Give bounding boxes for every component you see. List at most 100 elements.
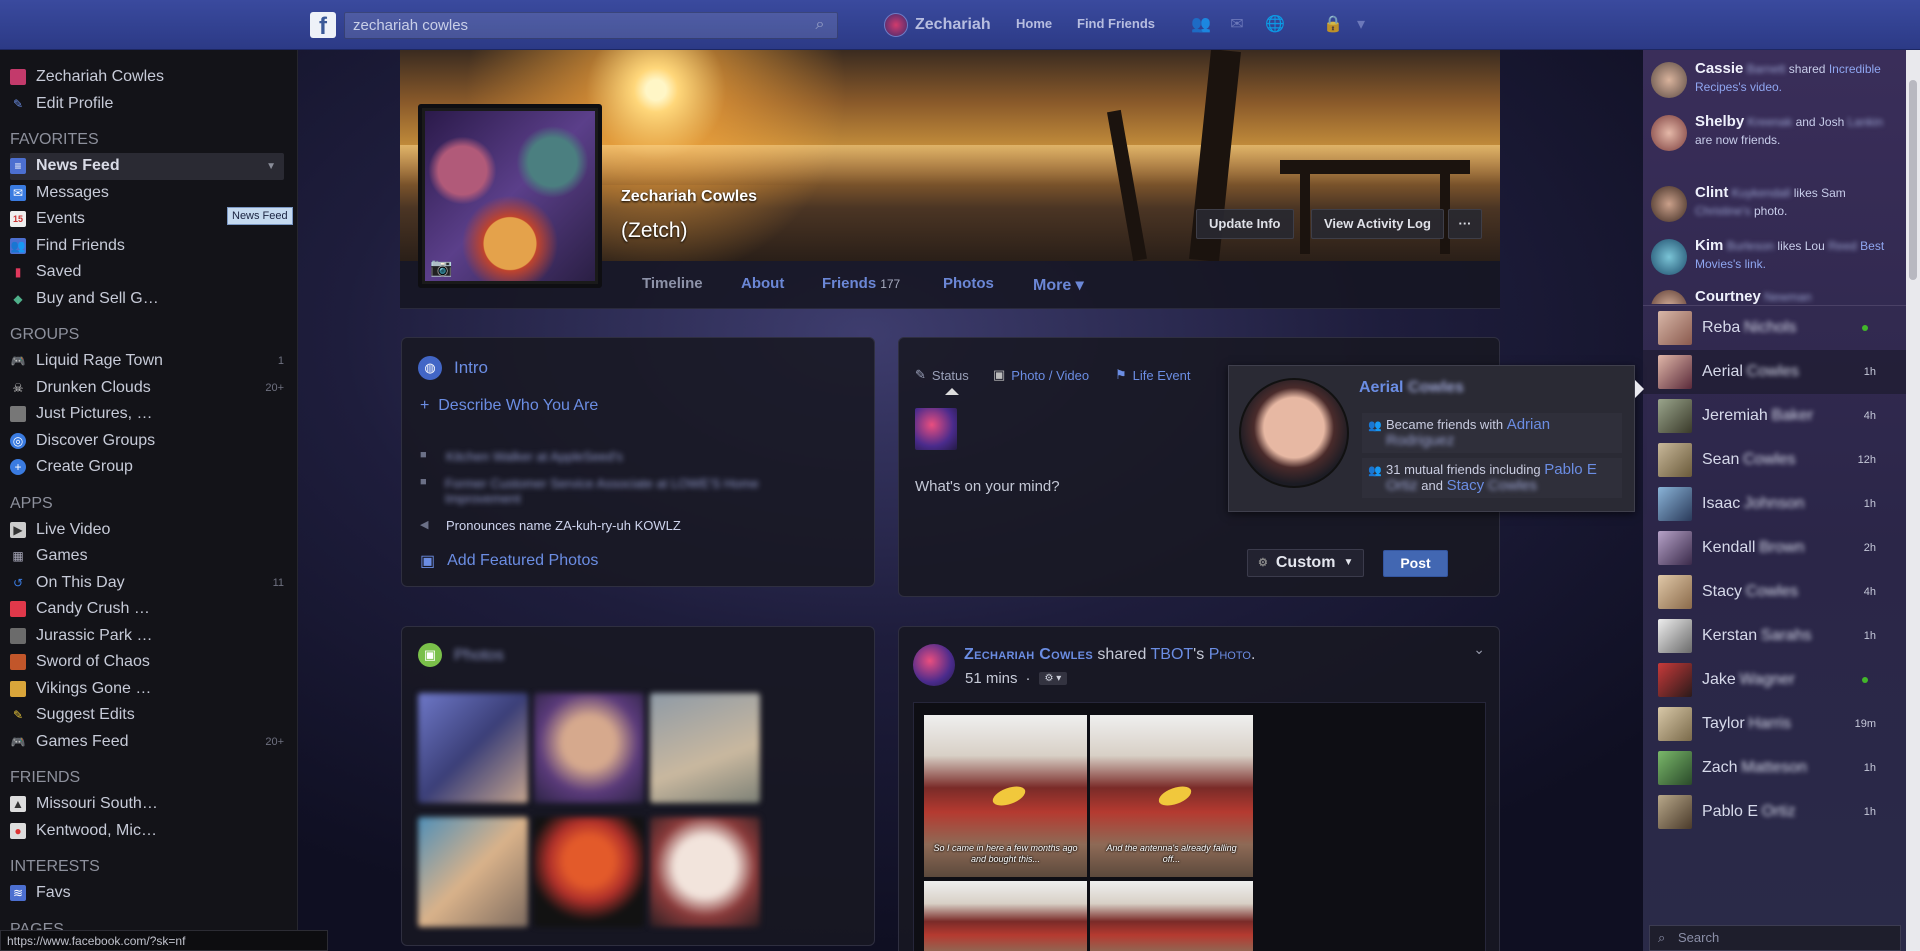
sidebar-item-app[interactable]: Jurassic Park … bbox=[10, 623, 284, 650]
sidebar-item-buy-sell[interactable]: ◆ Buy and Sell G… bbox=[10, 286, 284, 313]
post-object-link[interactable]: Photo bbox=[1209, 646, 1251, 663]
post-source-link[interactable]: TBOT bbox=[1151, 646, 1194, 663]
search-bar[interactable]: ⌕ bbox=[344, 12, 838, 39]
facebook-logo[interactable]: f bbox=[310, 12, 336, 38]
ticker-item[interactable]: Shelby Kreenak and Josh Lankin are now f… bbox=[1651, 113, 1891, 151]
post-options-chevron-icon[interactable]: ⌄ bbox=[1473, 641, 1485, 658]
update-info-button[interactable]: Update Info bbox=[1196, 209, 1294, 239]
ticker-item[interactable]: Clint Kuykendall likes Sam Christine's p… bbox=[1651, 184, 1891, 222]
sidebar-item-friend-list[interactable]: ▲ Missouri South… bbox=[10, 791, 284, 818]
post-media[interactable]: So I came in here a few months ago and b… bbox=[913, 702, 1486, 951]
sidebar-item-app[interactable]: ✎ Suggest Edits bbox=[10, 702, 284, 729]
ticker-item[interactable]: Kim Burleson likes Lou Reed Best Movies'… bbox=[1651, 237, 1891, 275]
photo-thumbnail[interactable] bbox=[418, 817, 528, 927]
chat-contact[interactable]: Jeremiah Baker 4h bbox=[1643, 394, 1906, 438]
friend-link[interactable]: Pablo E bbox=[1544, 461, 1597, 478]
audience-gear-icon[interactable]: ⚙ ▾ bbox=[1038, 672, 1068, 685]
friends-count: 177 bbox=[880, 277, 901, 291]
sidebar-item-label: Liquid Rage Town bbox=[36, 352, 163, 370]
tab-timeline[interactable]: Timeline bbox=[642, 275, 703, 292]
chat-contact[interactable]: Aerial Cowles 1h bbox=[1643, 350, 1906, 394]
chat-contact[interactable]: Stacy Cowles 4h bbox=[1643, 570, 1906, 614]
sidebar-item-group[interactable]: ☠ Drunken Clouds 20+ bbox=[10, 375, 284, 402]
tab-friends[interactable]: Friends 177 bbox=[822, 275, 900, 292]
post-timestamp[interactable]: 51 mins bbox=[965, 670, 1018, 687]
composer-input[interactable]: What's on your mind? bbox=[915, 478, 1060, 495]
nav-profile-link[interactable]: Zechariah bbox=[884, 13, 991, 37]
sidebar-item-group[interactable]: Just Pictures, … bbox=[10, 401, 284, 428]
camera-icon[interactable]: 📷 bbox=[430, 257, 452, 278]
profile-picture[interactable]: 📷 bbox=[418, 104, 602, 288]
scrollbar-thumb[interactable] bbox=[1909, 80, 1917, 280]
chat-contact[interactable]: Taylor Harris 19m bbox=[1643, 702, 1906, 746]
sidebar-item-interest[interactable]: ≋ Favs bbox=[10, 880, 284, 907]
sidebar-item-friend-list[interactable]: ● Kentwood, Mic… bbox=[10, 818, 284, 845]
notifications-icon[interactable]: 🌐 bbox=[1264, 14, 1286, 34]
chat-contact[interactable]: Zach Matteson 1h bbox=[1643, 746, 1906, 790]
sidebar-item-find-friends[interactable]: 👥 Find Friends bbox=[10, 233, 284, 260]
privacy-lock-icon[interactable]: 🔒 bbox=[1322, 14, 1344, 34]
ticker-item[interactable]: Cassie Barnett shared Incredible Recipes… bbox=[1651, 60, 1891, 98]
page-scrollbar[interactable] bbox=[1906, 50, 1920, 951]
chat-contact[interactable]: Kerstan Sarahs 1h bbox=[1643, 614, 1906, 658]
chat-contact[interactable]: Sean Cowles 12h bbox=[1643, 438, 1906, 482]
hovercard-name[interactable]: Aerial Cowles bbox=[1359, 379, 1464, 397]
avatar[interactable] bbox=[1239, 378, 1349, 488]
search-input[interactable] bbox=[345, 13, 837, 38]
sidebar-item-app[interactable]: 🎮 Games Feed 20+ bbox=[10, 729, 284, 756]
photos-title[interactable]: Photos bbox=[454, 647, 504, 665]
tab-about[interactable]: About bbox=[741, 275, 784, 292]
messages-icon[interactable]: ✉ bbox=[1226, 14, 1248, 34]
friend-link[interactable]: Stacy bbox=[1447, 477, 1485, 494]
chat-contact[interactable]: Reba Nichols bbox=[1643, 306, 1906, 350]
composer-tab-status[interactable]: ✎ Status bbox=[915, 367, 969, 383]
sidebar-item-app[interactable]: Candy Crush … bbox=[10, 596, 284, 623]
sidebar-item-app[interactable]: Sword of Chaos bbox=[10, 649, 284, 676]
sidebar-item-profile[interactable]: Zechariah Cowles bbox=[10, 64, 284, 91]
tab-more[interactable]: More ▾ bbox=[1033, 275, 1084, 295]
sidebar-item-news-feed[interactable]: ≡ News Feed ▼ bbox=[10, 153, 284, 180]
last-active-time: 4h bbox=[1863, 410, 1876, 422]
nav-find-friends-link[interactable]: Find Friends bbox=[1077, 16, 1155, 31]
sidebar-item-edit-profile[interactable]: ✎ Edit Profile bbox=[10, 91, 284, 118]
photo-thumbnail[interactable] bbox=[650, 693, 760, 803]
sidebar-item-app[interactable]: ▶ Live Video bbox=[10, 517, 284, 544]
hovercard-row-text: 31 mutual friends including bbox=[1386, 462, 1541, 477]
sidebar-item-app[interactable]: Vikings Gone … bbox=[10, 676, 284, 703]
chat-contact[interactable]: Isaac Johnson 1h bbox=[1643, 482, 1906, 526]
add-featured-photos-link[interactable]: ▣ Add Featured Photos bbox=[420, 551, 598, 571]
sidebar-item-create-group[interactable]: + Create Group bbox=[10, 454, 284, 481]
ticker-item[interactable]: Courtney Newman bbox=[1651, 288, 1891, 304]
post-button[interactable]: Post bbox=[1383, 550, 1448, 577]
privacy-selector-button[interactable]: ⚙ Custom ▼ bbox=[1247, 549, 1365, 577]
chat-search-input[interactable]: ⌕ Search bbox=[1649, 925, 1901, 951]
describe-who-you-are-link[interactable]: + Describe Who You Are bbox=[420, 397, 598, 415]
view-activity-log-button[interactable]: View Activity Log bbox=[1311, 209, 1444, 239]
sidebar-item-app[interactable]: ↺ On This Day 11 bbox=[10, 570, 284, 597]
friend-link[interactable]: Adrian bbox=[1507, 416, 1550, 433]
sidebar-item-app[interactable]: ▦ Games bbox=[10, 543, 284, 570]
composer-tab-life-event[interactable]: ⚑ Life Event bbox=[1115, 367, 1190, 383]
caret-down-icon[interactable]: ▼ bbox=[266, 161, 276, 172]
post-author-link[interactable]: Zechariah Cowles bbox=[964, 646, 1093, 663]
photo-thumbnail[interactable] bbox=[650, 817, 760, 927]
photo-thumbnail[interactable] bbox=[534, 693, 644, 803]
nav-home-link[interactable]: Home bbox=[1016, 16, 1052, 31]
chat-contact[interactable]: Pablo E Ortiz 1h bbox=[1643, 790, 1906, 834]
friend-requests-icon[interactable]: 👥 bbox=[1190, 14, 1212, 34]
camera-icon: ▣ bbox=[993, 367, 1006, 382]
sidebar-item-saved[interactable]: ▮ Saved bbox=[10, 259, 284, 286]
account-menu-chevron-icon[interactable]: ▾ bbox=[1350, 14, 1372, 34]
photo-thumbnail[interactable] bbox=[418, 693, 528, 803]
chat-contact[interactable]: Jake Wagner bbox=[1643, 658, 1906, 702]
sidebar-item-group[interactable]: 🎮 Liquid Rage Town 1 bbox=[10, 348, 284, 375]
tab-photos[interactable]: Photos bbox=[943, 275, 994, 292]
chat-contact[interactable]: Kendall Brown 2h bbox=[1643, 526, 1906, 570]
more-options-button[interactable]: ··· bbox=[1448, 209, 1482, 239]
sidebar-item-discover-groups[interactable]: ◎ Discover Groups bbox=[10, 428, 284, 455]
search-icon[interactable]: ⌕ bbox=[809, 16, 831, 36]
avatar[interactable] bbox=[913, 644, 955, 686]
photo-thumbnail[interactable] bbox=[534, 817, 644, 927]
sidebar-item-messages[interactable]: ✉ Messages bbox=[10, 180, 284, 207]
composer-tab-photo-video[interactable]: ▣ Photo / Video bbox=[993, 367, 1089, 383]
